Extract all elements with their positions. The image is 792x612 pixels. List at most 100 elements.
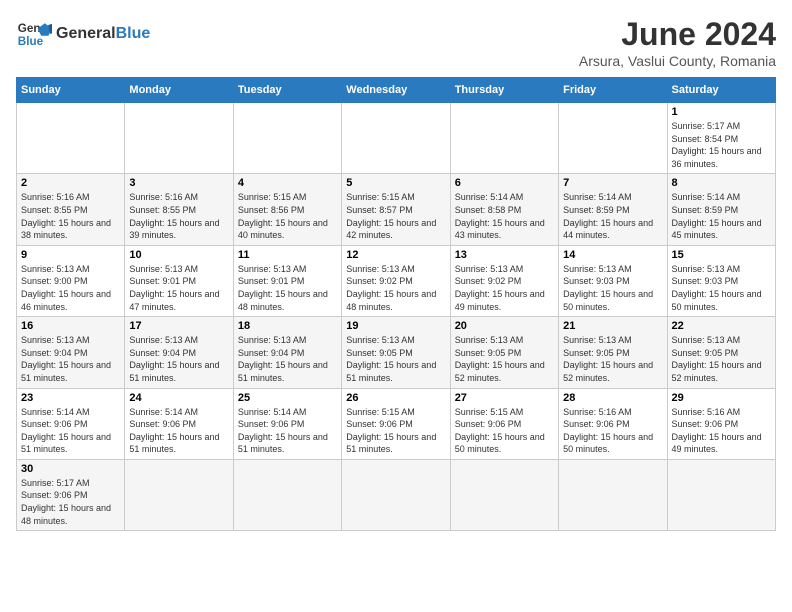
day-info: Sunrise: 5:14 AM Sunset: 9:06 PM Dayligh… (238, 406, 337, 456)
calendar-day-cell (667, 459, 775, 530)
title-block: June 2024 Arsura, Vaslui County, Romania (579, 16, 776, 69)
day-number: 7 (563, 177, 662, 189)
location-subtitle: Arsura, Vaslui County, Romania (579, 53, 776, 69)
logo: General Blue GeneralBlue (16, 16, 150, 52)
day-number: 4 (238, 177, 337, 189)
calendar-day-cell: 22 Sunrise: 5:13 AM Sunset: 9:05 PM Dayli… (667, 317, 775, 388)
calendar-day-cell (125, 459, 233, 530)
weekday-header: Thursday (450, 78, 558, 103)
calendar-day-cell: 4 Sunrise: 5:15 AM Sunset: 8:56 PM Daylig… (233, 174, 341, 245)
day-info: Sunrise: 5:13 AM Sunset: 9:03 PM Dayligh… (672, 263, 771, 313)
calendar-day-cell (17, 103, 125, 174)
calendar-day-cell: 30 Sunrise: 5:17 AM Sunset: 9:06 PM Dayli… (17, 459, 125, 530)
day-number: 10 (129, 249, 228, 261)
calendar-day-cell (559, 459, 667, 530)
day-info: Sunrise: 5:13 AM Sunset: 9:01 PM Dayligh… (238, 263, 337, 313)
day-number: 27 (455, 392, 554, 404)
calendar-day-cell: 1 Sunrise: 5:17 AM Sunset: 8:54 PM Daylig… (667, 103, 775, 174)
calendar-day-cell: 12 Sunrise: 5:13 AM Sunset: 9:02 PM Dayli… (342, 245, 450, 316)
calendar-day-cell: 14 Sunrise: 5:13 AM Sunset: 9:03 PM Dayli… (559, 245, 667, 316)
day-number: 28 (563, 392, 662, 404)
calendar-day-cell: 26 Sunrise: 5:15 AM Sunset: 9:06 PM Dayli… (342, 388, 450, 459)
day-number: 11 (238, 249, 337, 261)
day-number: 18 (238, 320, 337, 332)
calendar-day-cell (450, 103, 558, 174)
calendar-day-cell: 11 Sunrise: 5:13 AM Sunset: 9:01 PM Dayli… (233, 245, 341, 316)
calendar-day-cell: 2Sunrise: 5:16 AM Sunset: 8:55 PM Daylig… (17, 174, 125, 245)
weekday-header: Saturday (667, 78, 775, 103)
month-title: June 2024 (579, 16, 776, 53)
day-info: Sunrise: 5:13 AM Sunset: 9:03 PM Dayligh… (563, 263, 662, 313)
logo-icon: General Blue (16, 16, 52, 52)
calendar-day-cell: 7Sunrise: 5:14 AM Sunset: 8:59 PM Daylig… (559, 174, 667, 245)
day-number: 21 (563, 320, 662, 332)
weekday-header: Tuesday (233, 78, 341, 103)
day-number: 26 (346, 392, 445, 404)
day-info: Sunrise: 5:16 AM Sunset: 8:55 PM Dayligh… (129, 191, 228, 241)
day-number: 12 (346, 249, 445, 261)
day-info: Sunrise: 5:17 AM Sunset: 9:06 PM Dayligh… (21, 477, 120, 527)
day-info: Sunrise: 5:17 AM Sunset: 8:54 PM Dayligh… (672, 120, 771, 170)
day-number: 13 (455, 249, 554, 261)
calendar-day-cell (233, 103, 341, 174)
day-info: Sunrise: 5:14 AM Sunset: 9:06 PM Dayligh… (21, 406, 120, 456)
day-number: 8 (672, 177, 771, 189)
day-number: 30 (21, 463, 120, 475)
day-info: Sunrise: 5:16 AM Sunset: 9:06 PM Dayligh… (672, 406, 771, 456)
day-number: 15 (672, 249, 771, 261)
day-info: Sunrise: 5:13 AM Sunset: 9:05 PM Dayligh… (455, 334, 554, 384)
day-number: 16 (21, 320, 120, 332)
day-number: 6 (455, 177, 554, 189)
calendar-day-cell: 13 Sunrise: 5:13 AM Sunset: 9:02 PM Dayli… (450, 245, 558, 316)
day-number: 9 (21, 249, 120, 261)
calendar-day-cell: 9Sunrise: 5:13 AM Sunset: 9:00 PM Daylig… (17, 245, 125, 316)
day-number: 29 (672, 392, 771, 404)
day-info: Sunrise: 5:13 AM Sunset: 9:04 PM Dayligh… (238, 334, 337, 384)
calendar-day-cell (342, 459, 450, 530)
day-number: 3 (129, 177, 228, 189)
calendar-day-cell (233, 459, 341, 530)
calendar-day-cell: 19Sunrise: 5:13 AM Sunset: 9:05 PM Dayli… (342, 317, 450, 388)
day-info: Sunrise: 5:13 AM Sunset: 9:04 PM Dayligh… (21, 334, 120, 384)
day-info: Sunrise: 5:14 AM Sunset: 8:58 PM Dayligh… (455, 191, 554, 241)
day-number: 20 (455, 320, 554, 332)
day-info: Sunrise: 5:13 AM Sunset: 9:05 PM Dayligh… (563, 334, 662, 384)
calendar-week-row: 2Sunrise: 5:16 AM Sunset: 8:55 PM Daylig… (17, 174, 776, 245)
day-info: Sunrise: 5:15 AM Sunset: 8:57 PM Dayligh… (346, 191, 445, 241)
calendar-day-cell: 29 Sunrise: 5:16 AM Sunset: 9:06 PM Dayli… (667, 388, 775, 459)
calendar-day-cell: 5Sunrise: 5:15 AM Sunset: 8:57 PM Daylig… (342, 174, 450, 245)
calendar-day-cell: 17 Sunrise: 5:13 AM Sunset: 9:04 PM Dayli… (125, 317, 233, 388)
calendar-day-cell: 10 Sunrise: 5:13 AM Sunset: 9:01 PM Dayli… (125, 245, 233, 316)
calendar-day-cell: 8Sunrise: 5:14 AM Sunset: 8:59 PM Daylig… (667, 174, 775, 245)
day-info: Sunrise: 5:13 AM Sunset: 9:02 PM Dayligh… (455, 263, 554, 313)
day-info: Sunrise: 5:13 AM Sunset: 9:02 PM Dayligh… (346, 263, 445, 313)
day-number: 24 (129, 392, 228, 404)
day-info: Sunrise: 5:13 AM Sunset: 9:04 PM Dayligh… (129, 334, 228, 384)
calendar-day-cell: 28 Sunrise: 5:16 AM Sunset: 9:06 PM Dayli… (559, 388, 667, 459)
calendar-header-row: SundayMondayTuesdayWednesdayThursdayFrid… (17, 78, 776, 103)
day-number: 14 (563, 249, 662, 261)
calendar-day-cell (559, 103, 667, 174)
day-number: 23 (21, 392, 120, 404)
day-number: 1 (672, 106, 771, 118)
calendar-day-cell: 27Sunrise: 5:15 AM Sunset: 9:06 PM Dayli… (450, 388, 558, 459)
calendar-day-cell (125, 103, 233, 174)
calendar-week-row: 1 Sunrise: 5:17 AM Sunset: 8:54 PM Daylig… (17, 103, 776, 174)
page-header: General Blue GeneralBlue June 2024 Arsur… (16, 16, 776, 69)
calendar-day-cell: 3 Sunrise: 5:16 AM Sunset: 8:55 PM Daylig… (125, 174, 233, 245)
day-info: Sunrise: 5:13 AM Sunset: 9:05 PM Dayligh… (672, 334, 771, 384)
calendar-week-row: 23 Sunrise: 5:14 AM Sunset: 9:06 PM Dayli… (17, 388, 776, 459)
logo-text: GeneralBlue (56, 25, 150, 43)
calendar-day-cell: 15 Sunrise: 5:13 AM Sunset: 9:03 PM Dayli… (667, 245, 775, 316)
day-number: 17 (129, 320, 228, 332)
calendar-table: SundayMondayTuesdayWednesdayThursdayFrid… (16, 77, 776, 531)
day-info: Sunrise: 5:16 AM Sunset: 9:06 PM Dayligh… (563, 406, 662, 456)
day-info: Sunrise: 5:15 AM Sunset: 8:56 PM Dayligh… (238, 191, 337, 241)
weekday-header: Wednesday (342, 78, 450, 103)
calendar-day-cell: 23 Sunrise: 5:14 AM Sunset: 9:06 PM Dayli… (17, 388, 125, 459)
day-info: Sunrise: 5:15 AM Sunset: 9:06 PM Dayligh… (346, 406, 445, 456)
calendar-week-row: 30 Sunrise: 5:17 AM Sunset: 9:06 PM Dayli… (17, 459, 776, 530)
calendar-day-cell: 16 Sunrise: 5:13 AM Sunset: 9:04 PM Dayli… (17, 317, 125, 388)
day-number: 22 (672, 320, 771, 332)
day-info: Sunrise: 5:13 AM Sunset: 9:01 PM Dayligh… (129, 263, 228, 313)
